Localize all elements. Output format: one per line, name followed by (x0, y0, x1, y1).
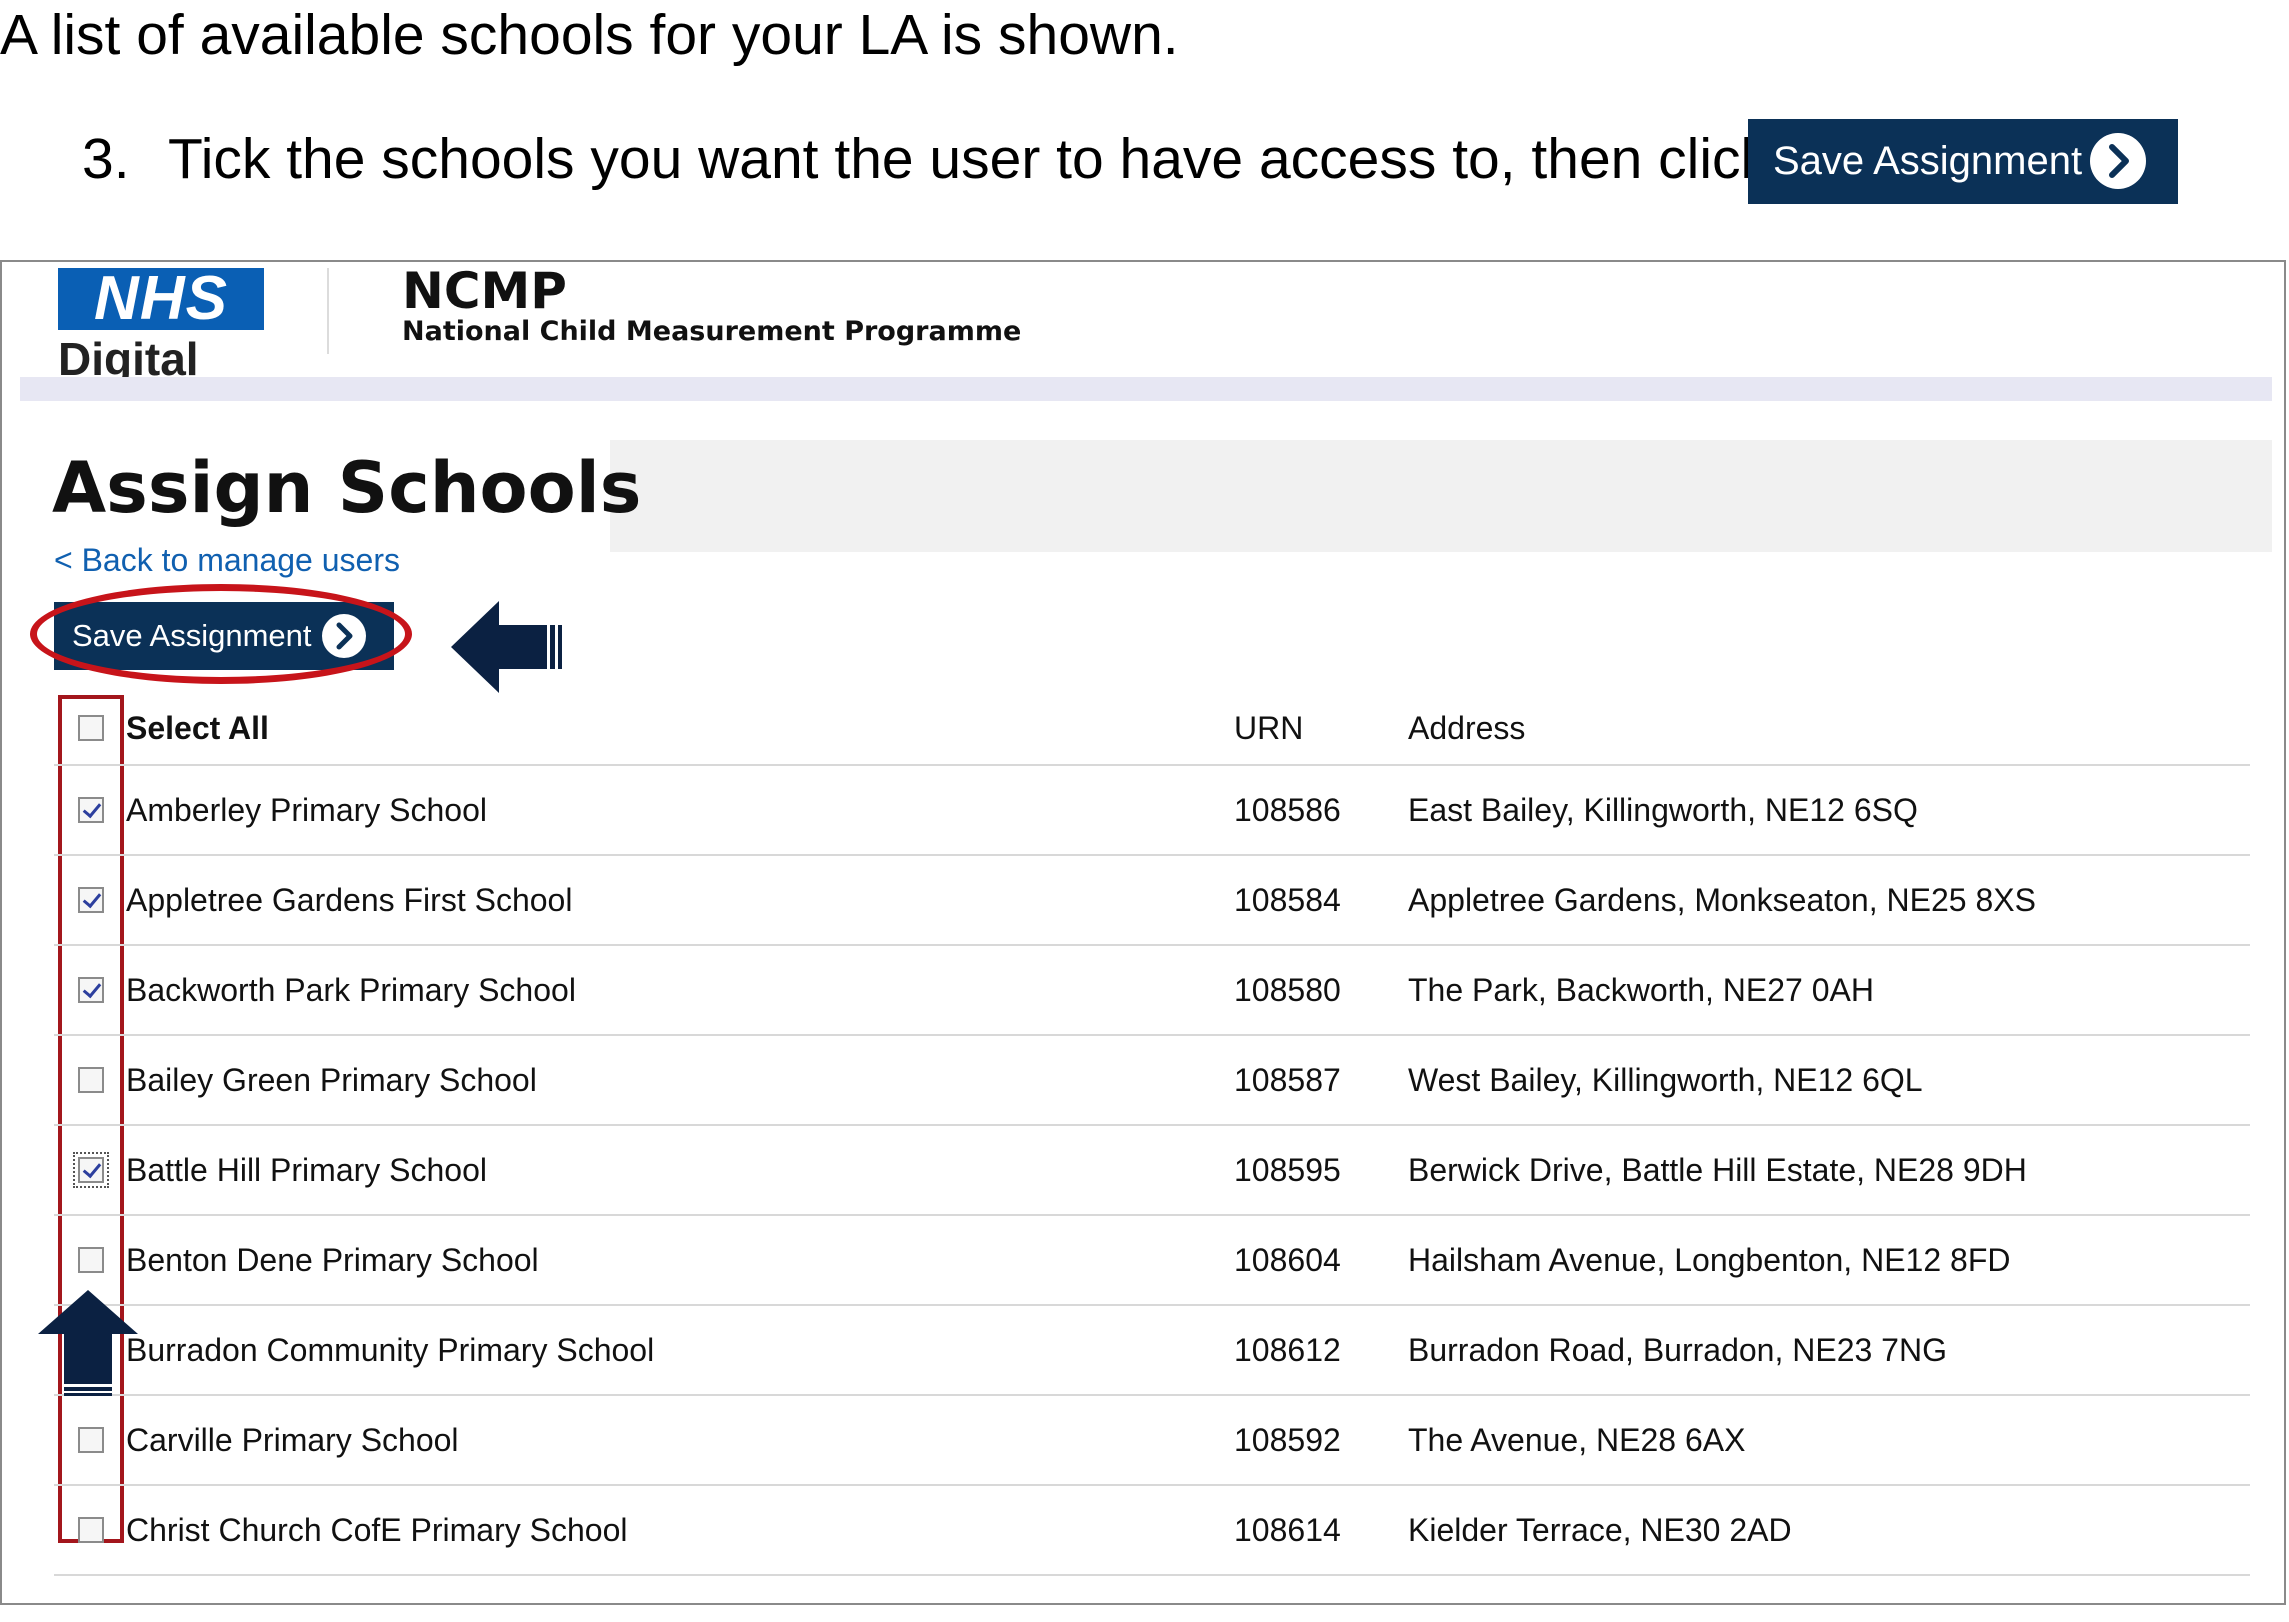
school-address: The Avenue, NE28 6AX (1408, 1394, 2250, 1485)
select-all-label: Select All (126, 709, 269, 746)
table-row: Bailey Green Primary School 108587 West Ba… (54, 1034, 2250, 1125)
intro-text: A list of available schools for your LA … (0, 3, 1179, 67)
table-row: Carville Primary School 108592 The Avenue,… (54, 1394, 2250, 1485)
screenshot-frame: NHS Digital NCMP National Child Measurem… (0, 260, 2286, 1605)
table-row: Battle Hill Primary School 108595 Berwick … (54, 1124, 2250, 1215)
school-name: Burradon Community Primary School (126, 1304, 1234, 1395)
school-urn: 108592 (1234, 1394, 1408, 1485)
school-address: The Park, Backworth, NE27 0AH (1408, 944, 2250, 1035)
select-all-cell (54, 692, 126, 765)
select-all-checkbox[interactable] (78, 715, 104, 741)
school-name: Appletree Gardens First School (126, 854, 1234, 945)
school-address: Berwick Drive, Battle Hill Estate, NE28 … (1408, 1124, 2250, 1215)
school-urn: 108612 (1234, 1304, 1408, 1395)
school-name: Battle Hill Primary School (126, 1124, 1234, 1215)
school-name: Benton Dene Primary School (126, 1214, 1234, 1305)
school-checkbox[interactable] (78, 977, 104, 1003)
school-name: Backworth Park Primary School (126, 944, 1234, 1035)
school-urn: 108604 (1234, 1214, 1408, 1305)
page-title: Assign Schools (52, 447, 642, 529)
school-checkbox[interactable] (78, 1427, 104, 1453)
school-name: Bailey Green Primary School (126, 1034, 1234, 1125)
school-name: Amberley Primary School (126, 764, 1234, 855)
step-number: 3. (82, 127, 130, 191)
table-row: Burradon Community Primary School 108612 B… (54, 1304, 2250, 1395)
school-address: Kielder Terrace, NE30 2AD (1408, 1484, 2250, 1576)
arrow-left-icon (451, 601, 562, 693)
program-title: NCMP (402, 262, 567, 320)
school-checkbox[interactable] (78, 1247, 104, 1273)
checkbox-cell (54, 854, 126, 945)
school-address: Hailsham Avenue, Longbenton, NE12 8FD (1408, 1214, 2250, 1305)
school-checkbox[interactable] (78, 1517, 104, 1543)
school-checkbox[interactable] (73, 1152, 109, 1188)
school-urn: 108614 (1234, 1484, 1408, 1576)
school-checkbox[interactable] (78, 1067, 104, 1093)
nhs-logo: NHS (58, 268, 264, 330)
school-urn: 108587 (1234, 1034, 1408, 1125)
school-address: West Bailey, Killingworth, NE12 6QL (1408, 1034, 2250, 1125)
school-urn: 108584 (1234, 854, 1408, 945)
logo-divider (327, 268, 329, 354)
checkbox-cell (54, 1394, 126, 1485)
back-to-manage-users-link[interactable]: < Back to manage users (54, 542, 400, 579)
checkbox-cell (54, 1484, 126, 1576)
save-assignment-label: Save Assignment (1773, 139, 2083, 183)
highlight-ellipse (30, 584, 412, 684)
step-instruction: 3. Tick the schools you want the user to… (82, 126, 1769, 192)
table-header-row: Select All URN Address (54, 692, 2250, 765)
school-urn: 108580 (1234, 944, 1408, 1035)
checkbox-cell (54, 1034, 126, 1125)
table-row: Appletree Gardens First School 108584 Appl… (54, 854, 2250, 945)
checkbox-cell (54, 1124, 126, 1215)
school-checkbox[interactable] (78, 887, 104, 913)
school-urn: 108586 (1234, 764, 1408, 855)
school-address: Burradon Road, Burradon, NE23 7NG (1408, 1304, 2250, 1395)
checkbox-cell (54, 944, 126, 1035)
checkbox-cell (54, 764, 126, 855)
save-assignment-button-illustration: Save Assignment (1748, 119, 2178, 204)
table-row: Backworth Park Primary School 108580 The P… (54, 944, 2250, 1035)
address-header: Address (1408, 709, 1526, 746)
school-name: Christ Church CofE Primary School (126, 1484, 1234, 1576)
urn-header: URN (1234, 709, 1304, 746)
table-row: Amberley Primary School 108586 East Bailey… (54, 764, 2250, 855)
header-band (20, 377, 2272, 401)
program-subtitle: National Child Measurement Programme (402, 316, 1022, 347)
chevron-right-icon (2090, 133, 2146, 189)
school-address: Appletree Gardens, Monkseaton, NE25 8XS (1408, 854, 2250, 945)
arrow-up-icon (38, 1290, 138, 1396)
table-row: Christ Church CofE Primary School 108614 K… (54, 1484, 2250, 1576)
step-text: Tick the schools you want the user to ha… (168, 127, 1770, 191)
title-band (610, 440, 2272, 552)
school-address: East Bailey, Killingworth, NE12 6SQ (1408, 764, 2250, 855)
schools-table: Select All URN Address Amberley Primary … (54, 692, 2250, 1576)
table-row: Benton Dene Primary School 108604 Hailsham… (54, 1214, 2250, 1305)
school-checkbox[interactable] (78, 797, 104, 823)
school-name: Carville Primary School (126, 1394, 1234, 1485)
school-urn: 108595 (1234, 1124, 1408, 1215)
